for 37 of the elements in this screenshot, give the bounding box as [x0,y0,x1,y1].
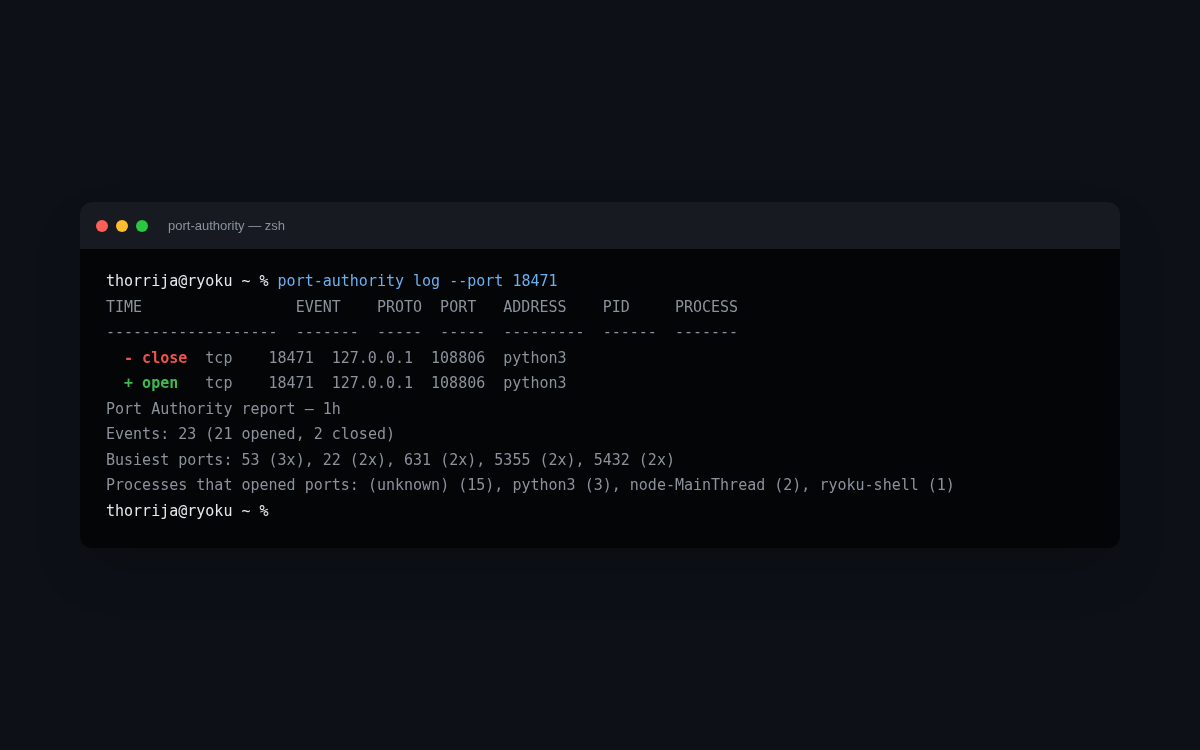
table-cell-text: tcp [205,347,234,369]
header-rule: --------- [503,322,586,343]
event-label: - close [124,347,188,369]
header-rule: ------- [674,322,739,343]
table-cell-text: tcp [205,373,234,394]
header-rule: ----- [376,322,424,343]
maximize-button[interactable] [136,219,148,232]
header-rule: ----- [440,322,487,343]
column-header: PORT [440,296,478,318]
prompt: thorrija@ryoku ~ % [106,271,269,292]
table-cell-text: python3 [503,373,567,394]
column-header: PID [602,296,631,318]
event-label: + open [124,373,179,394]
report-line: Processes that opened ports: (unknown) (15), python3 (3), node-MainThread (2), ryoku-shell (1) [106,475,955,496]
report-line: Events: 23 (21 opened, 2 closed) [106,424,395,445]
header-rule: ------- [295,322,360,343]
table-cell-text: 108806 [431,373,487,394]
window-title: port-authority — zsh [168,216,286,235]
header-rule: ------------------- [106,322,279,343]
header-rule: ------ [602,322,658,343]
close-button[interactable] [96,219,108,232]
command: port-authority log --port 18471 [277,271,558,292]
column-header: EVENT [295,296,342,318]
report-line: Port Authority report — 1h [106,398,341,420]
minimize-button[interactable] [116,219,128,232]
column-header: PROTO [376,296,424,318]
prompt: thorrija@ryoku ~ % [106,500,269,522]
column-header: ADDRESS [503,296,568,318]
table-cell-text: 18471 [268,373,315,394]
table-cell-text: 18471 [268,347,315,369]
table-cell-text: 127.0.0.1 [331,373,414,394]
table-cell-text: 108806 [431,347,487,369]
table-cell-text: 127.0.0.1 [331,347,414,369]
column-header: TIME [106,296,144,318]
column-header: PROCESS [674,296,739,318]
table-cell-text: python3 [503,347,567,369]
report-line: Busiest ports: 53 (3x), 22 (2x), 631 (2x), 5355 (2x), 5432 (2x) [106,449,675,471]
